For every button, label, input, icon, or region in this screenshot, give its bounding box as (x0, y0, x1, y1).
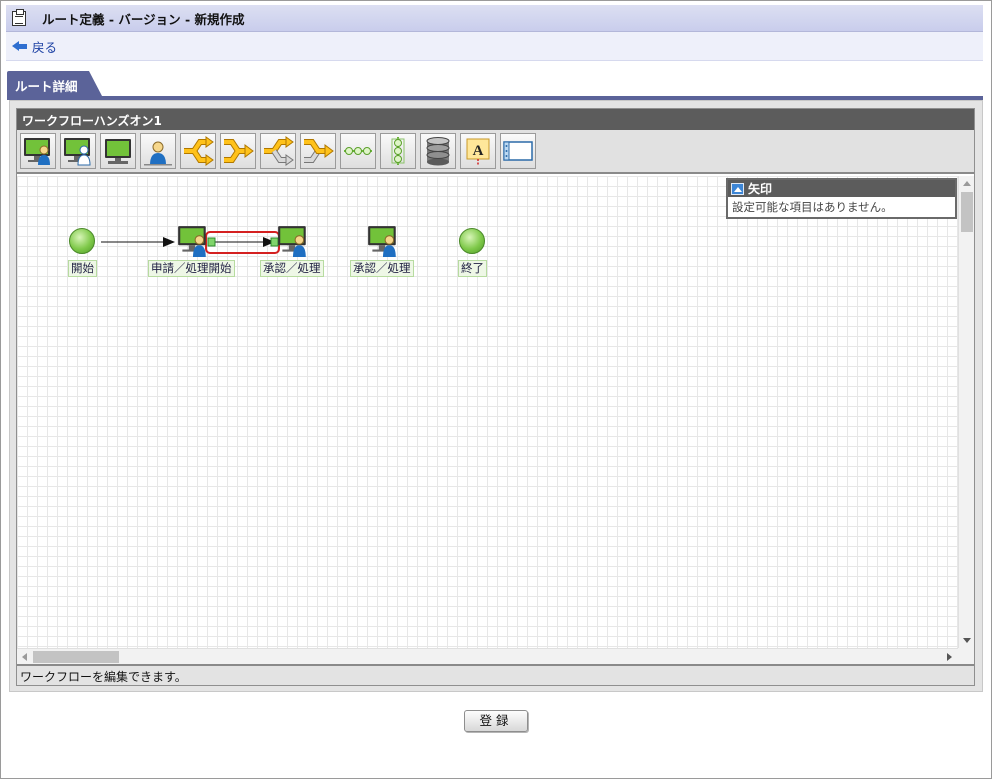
toolbar: A (17, 130, 974, 174)
title-bar: ルート定義 - バージョン - 新規作成 (6, 5, 983, 32)
horizontal-chain-icon (344, 147, 372, 155)
workflow-title: ワークフローハンズオン1 (17, 109, 974, 130)
text-annotation-tool[interactable]: A (460, 133, 496, 169)
horizontal-scroll-thumb[interactable] (33, 651, 119, 663)
node-label: 承認／処理 (350, 260, 414, 277)
properties-panel: 矢印 設定可能な項目はありません。 (726, 178, 957, 219)
database-tool[interactable] (420, 133, 456, 169)
node-label: 申請／処理開始 (148, 260, 235, 277)
scroll-up-icon[interactable] (963, 181, 971, 186)
monitor-user-outline-icon (64, 138, 91, 166)
vertical-scroll-thumb[interactable] (961, 192, 973, 232)
back-link[interactable]: 戻る (32, 37, 57, 56)
scroll-left-icon[interactable] (22, 653, 27, 661)
scroll-down-icon[interactable] (963, 638, 971, 643)
status-bar: ワークフローを編集できます。 (17, 664, 974, 685)
node-approve-1[interactable]: 承認／処理 (260, 224, 324, 277)
back-bar: 戻る (6, 32, 983, 61)
properties-header[interactable]: 矢印 (728, 180, 955, 197)
user-node-tool[interactable] (140, 133, 176, 169)
workflow-canvas[interactable]: 開始 申請／処理開始 承認／処理 承認／処理 終了 (17, 176, 958, 648)
window-icon (503, 141, 533, 161)
properties-title: 矢印 (748, 182, 773, 196)
text-a-icon: A (466, 138, 490, 165)
system-node-tool[interactable] (100, 133, 136, 169)
merge-gray-arrow-icon (304, 139, 334, 163)
container-tool[interactable] (500, 133, 536, 169)
user-icon (144, 141, 172, 166)
collapse-icon[interactable] (731, 182, 744, 195)
svg-text:A: A (473, 143, 484, 159)
approval-node-tool[interactable] (60, 133, 96, 169)
monitor-icon (105, 139, 131, 164)
scroll-right-icon[interactable] (947, 653, 952, 661)
merge-arrow-icon (224, 139, 254, 163)
monitor-user-icon (178, 226, 206, 257)
node-approve-2[interactable]: 承認／処理 (350, 224, 414, 277)
monitor-user-icon (24, 138, 50, 165)
monitor-user-icon (278, 226, 306, 257)
merge-tool[interactable] (220, 133, 256, 169)
tab-route-details[interactable]: ルート詳細 (7, 71, 102, 96)
scroll-corner (958, 648, 974, 664)
branch-gray-arrow-icon (264, 136, 294, 166)
horizontal-group-tool[interactable] (340, 133, 376, 169)
node-label: 承認／処理 (260, 260, 324, 277)
register-button[interactable]: 登録 (464, 710, 528, 732)
vertical-chain-icon (391, 137, 405, 165)
monitor-user-icon (368, 226, 396, 257)
node-apply[interactable]: 申請／処理開始 (148, 224, 235, 277)
vertical-group-tool[interactable] (380, 133, 416, 169)
start-circle-icon (69, 228, 95, 254)
back-arrow-icon[interactable] (12, 40, 28, 52)
page-title: ルート定義 - バージョン - 新規作成 (42, 11, 245, 27)
node-label: 開始 (68, 260, 97, 277)
merge-gray-tool[interactable] (300, 133, 336, 169)
clipboard-icon (12, 8, 26, 26)
properties-message: 設定可能な項目はありません。 (732, 200, 893, 214)
end-circle-icon (459, 228, 485, 254)
branch-gray-tool[interactable] (260, 133, 296, 169)
branch-tool[interactable] (180, 133, 216, 169)
database-icon (426, 137, 450, 166)
application-node-tool[interactable] (20, 133, 56, 169)
branch-arrow-icon (184, 136, 214, 166)
horizontal-scrollbar[interactable] (17, 648, 958, 664)
node-label: 終了 (458, 260, 487, 277)
edge-start-apply-arrowhead (163, 237, 175, 247)
vertical-scrollbar[interactable] (958, 176, 974, 648)
edges-layer (101, 231, 280, 254)
